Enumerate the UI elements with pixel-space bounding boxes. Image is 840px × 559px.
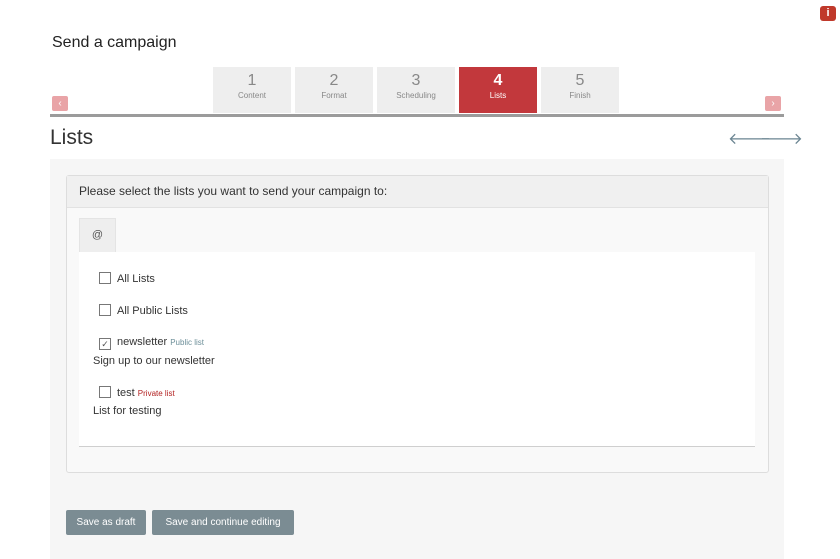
step-content[interactable]: 1 Content [213, 67, 291, 113]
steps-divider [50, 114, 784, 117]
list-label: All Lists [117, 273, 155, 285]
scroll-right-button[interactable]: › [765, 96, 781, 111]
section-title: Lists [50, 126, 94, 149]
step-label: Lists [489, 91, 507, 100]
step-number: 4 [493, 72, 503, 89]
step-number: 1 [247, 72, 257, 89]
info-icon[interactable]: i [820, 6, 836, 21]
list-label: test [117, 387, 135, 399]
tab-lists[interactable]: @ [79, 218, 116, 252]
page-title: Send a campaign [52, 34, 177, 51]
list-item: ✓ newsletter Public list [99, 336, 204, 350]
step-label: Content [237, 91, 267, 100]
step-lists[interactable]: 4 Lists [459, 67, 537, 113]
checkbox-test[interactable] [99, 386, 111, 398]
checkbox-all-lists[interactable] [99, 272, 111, 284]
list-description: List for testing [93, 405, 162, 417]
step-label: Scheduling [396, 91, 436, 100]
checkbox-newsletter[interactable]: ✓ [99, 338, 111, 350]
lists-panel: Please select the lists you want to send… [66, 175, 769, 473]
list-item: test Private list [99, 386, 175, 399]
step-label: Format [321, 91, 347, 100]
step-number: 5 [575, 72, 585, 89]
list-item: All Public Lists [99, 304, 188, 317]
panel-heading: Please select the lists you want to send… [67, 176, 768, 208]
step-scheduling[interactable]: 3 Scheduling [377, 67, 455, 113]
step-number: 3 [411, 72, 421, 89]
save-draft-button[interactable]: Save as draft [66, 510, 146, 535]
list-item: All Lists [99, 272, 155, 285]
save-continue-button[interactable]: Save and continue editing [152, 510, 294, 535]
checkbox-all-public-lists[interactable] [99, 304, 111, 316]
step-format[interactable]: 2 Format [295, 67, 373, 113]
step-finish[interactable]: 5 Finish [541, 67, 619, 113]
scroll-left-button[interactable]: ‹ [52, 96, 68, 111]
next-arrow-icon[interactable]: 🡒 [760, 128, 803, 149]
list-visibility-badge: Public list [170, 338, 204, 347]
step-number: 2 [329, 72, 339, 89]
list-description: Sign up to our newsletter [93, 355, 215, 367]
list-label: All Public Lists [117, 305, 188, 317]
list-visibility-badge: Private list [137, 389, 175, 398]
list-label: newsletter [117, 336, 168, 348]
step-label: Finish [569, 91, 591, 100]
list-options: All Lists All Public Lists ✓ newsletter P… [79, 252, 755, 447]
